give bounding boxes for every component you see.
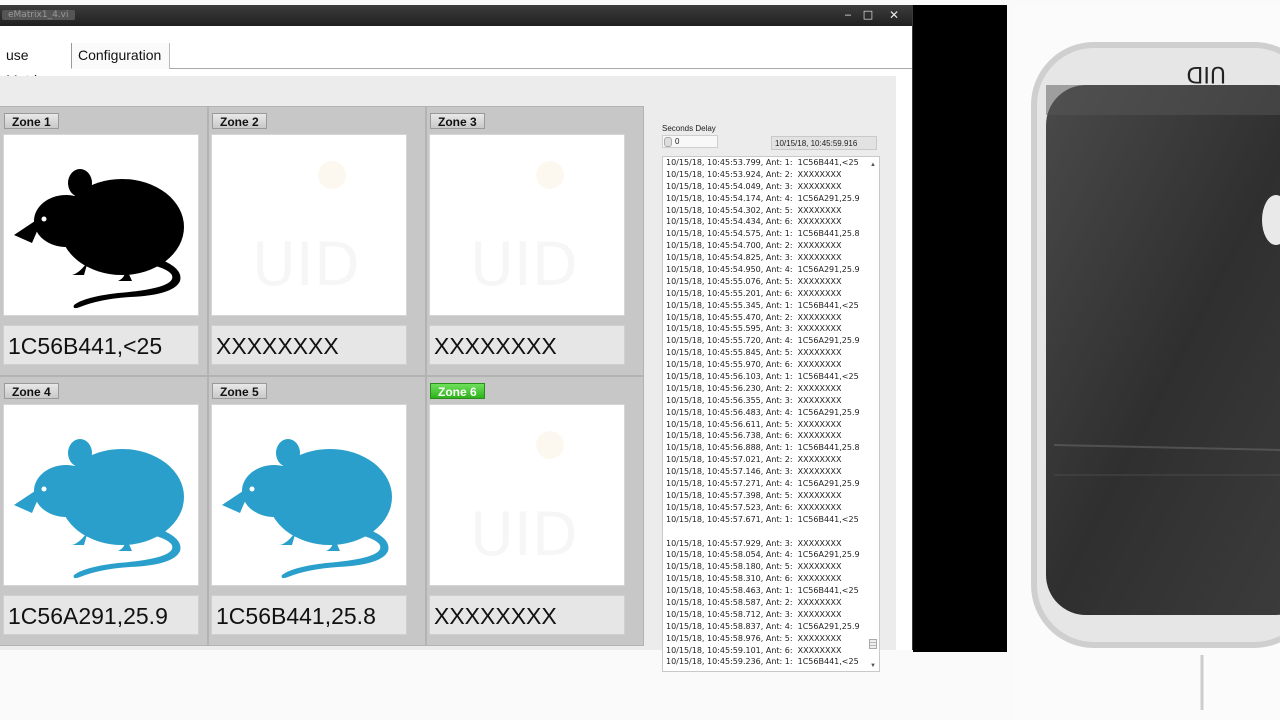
log-line: 10/15/18, 10:45:55.720, Ant: 4: 1C56A291… <box>666 336 860 346</box>
log-line: 10/15/18, 10:45:55.345, Ant: 1: 1C56B441… <box>666 300 859 310</box>
empty-zone-image: UID <box>429 404 625 586</box>
log-line: 10/15/18, 10:45:55.845, Ant: 5: XXXXXXXX <box>666 348 842 358</box>
log-line: 10/15/18, 10:45:56.103, Ant: 1: 1C56B441… <box>666 372 859 382</box>
log-line: 10/15/18, 10:45:57.671, Ant: 1: 1C56B441… <box>666 514 859 524</box>
zone-tag-value: 1C56B441,25.8 <box>211 595 407 635</box>
log-line: 10/15/18, 10:45:54.434, Ant: 6: XXXXXXXX <box>666 217 842 227</box>
log-line: 10/15/18, 10:45:54.049, Ant: 3: XXXXXXXX <box>666 181 842 191</box>
log-line: 10/15/18, 10:45:58.463, Ant: 1: 1C56B441… <box>666 586 859 596</box>
tab-mouse-matrix[interactable]: use Matrix <box>0 43 72 88</box>
log-lines: 10/15/18, 10:45:53.799, Ant: 1: 1C56B441… <box>666 157 866 668</box>
timestamp-display: 10/15/18, 10:45:59.916 <box>771 136 877 150</box>
log-line: 10/15/18, 10:45:57.146, Ant: 3: XXXXXXXX <box>666 467 842 477</box>
log-line: 10/15/18, 10:45:53.924, Ant: 2: XXXXXXXX <box>666 169 842 179</box>
zone-tag-value: 1C56A291,25.9 <box>3 595 199 635</box>
zone-card: Zone 2 UID XXXXXXXX <box>208 106 426 376</box>
log-line: 10/15/18, 10:45:56.355, Ant: 3: XXXXXXXX <box>666 395 842 405</box>
log-line: 10/15/18, 10:45:57.398, Ant: 5: XXXXXXXX <box>666 490 842 500</box>
screen: eMatrix1_4.vi ‒ □ ✕ use Matrix Configura… <box>0 0 1280 720</box>
scroll-down-icon[interactable]: ▼ <box>870 663 876 669</box>
log-line: 10/15/18, 10:45:58.837, Ant: 4: 1C56A291… <box>666 621 860 631</box>
zone-card: Zone 6 UID XXXXXXXX <box>426 376 644 646</box>
mouse-icon <box>3 134 199 316</box>
title-bar[interactable]: eMatrix1_4.vi ‒ □ ✕ <box>0 6 912 26</box>
mouse-icon <box>3 404 199 586</box>
zone-label: Zone 5 <box>212 383 267 399</box>
zone-card: Zone 1 1C56B441,<25 <box>0 106 208 376</box>
log-line: 10/15/18, 10:45:56.888, Ant: 1: 1C56B441… <box>666 443 860 453</box>
log-line: 10/15/18, 10:45:54.700, Ant: 2: XXXXXXXX <box>666 241 842 251</box>
log-line: 10/15/18, 10:45:54.174, Ant: 4: 1C56A291… <box>666 193 860 203</box>
minimize-icon[interactable]: ‒ <box>838 8 858 22</box>
maximize-icon[interactable]: □ <box>858 8 878 22</box>
log-line: 10/15/18, 10:45:55.970, Ant: 6: XXXXXXXX <box>666 360 842 370</box>
mouse-icon <box>211 404 407 586</box>
app-window: eMatrix1_4.vi ‒ □ ✕ use Matrix Configura… <box>0 5 913 672</box>
svg-text:UID: UID <box>470 500 578 570</box>
scroll-up-icon[interactable]: ▲ <box>870 162 876 168</box>
log-line: 10/15/18, 10:45:59.101, Ant: 6: XXXXXXXX <box>666 645 842 655</box>
zone-label: Zone 4 <box>4 383 59 399</box>
log-scrollbar[interactable]: ▲ ▼ <box>867 157 879 671</box>
log-line: 10/15/18, 10:45:56.483, Ant: 4: 1C56A291… <box>666 407 860 417</box>
log-line: 10/15/18, 10:45:58.054, Ant: 4: 1C56A291… <box>666 550 860 560</box>
window-client: use Matrix Configuration Zone 1 1C56B441,… <box>0 26 912 672</box>
empty-zone-image: UID <box>211 134 407 316</box>
matrix-panel: Zone 1 1C56B441,<25 Zone 2 UID XXXXXXXX Zone … <box>0 76 896 672</box>
zone-tag-value: XXXXXXXX <box>429 595 625 635</box>
log-line: 10/15/18, 10:45:57.929, Ant: 3: XXXXXXXX <box>666 538 842 548</box>
log-line: 10/15/18, 10:45:57.271, Ant: 4: 1C56A291… <box>666 479 860 489</box>
log-line: 10/15/18, 10:45:55.470, Ant: 2: XXXXXXXX <box>666 312 842 322</box>
log-line: 10/15/18, 10:45:58.712, Ant: 3: XXXXXXXX <box>666 609 842 619</box>
zone-card: Zone 3 UID XXXXXXXX <box>426 106 644 376</box>
log-line: 10/15/18, 10:45:56.230, Ant: 2: XXXXXXXX <box>666 383 842 393</box>
log-line: 10/15/18, 10:45:58.180, Ant: 5: XXXXXXXX <box>666 562 842 572</box>
log-line: 10/15/18, 10:45:55.595, Ant: 3: XXXXXXXX <box>666 324 842 334</box>
zone-label: Zone 2 <box>212 113 267 129</box>
zone-label: Zone 1 <box>4 113 59 129</box>
log-line: 10/15/18, 10:45:57.021, Ant: 2: XXXXXXXX <box>666 455 842 465</box>
scroll-thumb[interactable] <box>869 639 877 649</box>
log-line: 10/15/18, 10:45:55.201, Ant: 6: XXXXXXXX <box>666 288 842 298</box>
zone-tag-value: 1C56B441,<25 <box>3 325 199 365</box>
log-line: 10/15/18, 10:45:56.738, Ant: 6: XXXXXXXX <box>666 431 842 441</box>
zone-label: Zone 6 <box>430 383 485 399</box>
log-line: 10/15/18, 10:45:54.302, Ant: 5: XXXXXXXX <box>666 205 842 215</box>
zone-card: Zone 4 1C56A291,25.9 <box>0 376 208 646</box>
black-background <box>913 5 1007 652</box>
zone-tag-value: XXXXXXXX <box>429 325 625 365</box>
tab-configuration[interactable]: Configuration <box>72 43 170 69</box>
svg-text:UID: UID <box>252 230 360 300</box>
window-title: eMatrix1_4.vi <box>2 10 75 20</box>
log-line: 10/15/18, 10:45:58.587, Ant: 2: XXXXXXXX <box>666 597 842 607</box>
antenna-log[interactable]: 10/15/18, 10:45:53.799, Ant: 1: 1C56B441… <box>662 156 880 672</box>
increment-arrow-icon[interactable] <box>664 137 672 147</box>
seconds-delay-input[interactable]: 0 <box>662 135 718 148</box>
svg-text:UID: UID <box>470 230 578 300</box>
close-icon[interactable]: ✕ <box>884 8 904 22</box>
log-line: 10/15/18, 10:45:54.575, Ant: 1: 1C56B441… <box>666 229 860 239</box>
zone-label: Zone 3 <box>430 113 485 129</box>
log-line: 10/15/18, 10:45:55.076, Ant: 5: XXXXXXXX <box>666 276 842 286</box>
tab-bar: use Matrix Configuration <box>0 43 912 88</box>
log-line: 10/15/18, 10:45:54.950, Ant: 4: 1C56A291… <box>666 265 860 275</box>
camera-feed: UID <box>1014 5 1280 720</box>
log-line: 10/15/18, 10:45:57.523, Ant: 6: XXXXXXXX <box>666 502 842 512</box>
log-line: 10/15/18, 10:45:54.825, Ant: 3: XXXXXXXX <box>666 253 842 263</box>
log-line: 10/15/18, 10:45:53.799, Ant: 1: 1C56B441… <box>666 158 859 167</box>
log-line: 10/15/18, 10:45:56.611, Ant: 5: XXXXXXXX <box>666 419 842 429</box>
zone-card: Zone 5 1C56B441,25.8 <box>208 376 426 646</box>
svg-text:UID: UID <box>1186 61 1226 86</box>
seconds-delay-value: 0 <box>675 137 680 146</box>
empty-zone-image: UID <box>429 134 625 316</box>
log-line: 10/15/18, 10:45:58.976, Ant: 5: XXXXXXXX <box>666 633 842 643</box>
zone-tag-value: XXXXXXXX <box>211 325 407 365</box>
log-line: 10/15/18, 10:45:58.310, Ant: 6: XXXXXXXX <box>666 574 842 584</box>
log-line: 10/15/18, 10:45:59.236, Ant: 1: 1C56B441… <box>666 657 859 667</box>
seconds-delay-label: Seconds Delay <box>662 124 716 133</box>
